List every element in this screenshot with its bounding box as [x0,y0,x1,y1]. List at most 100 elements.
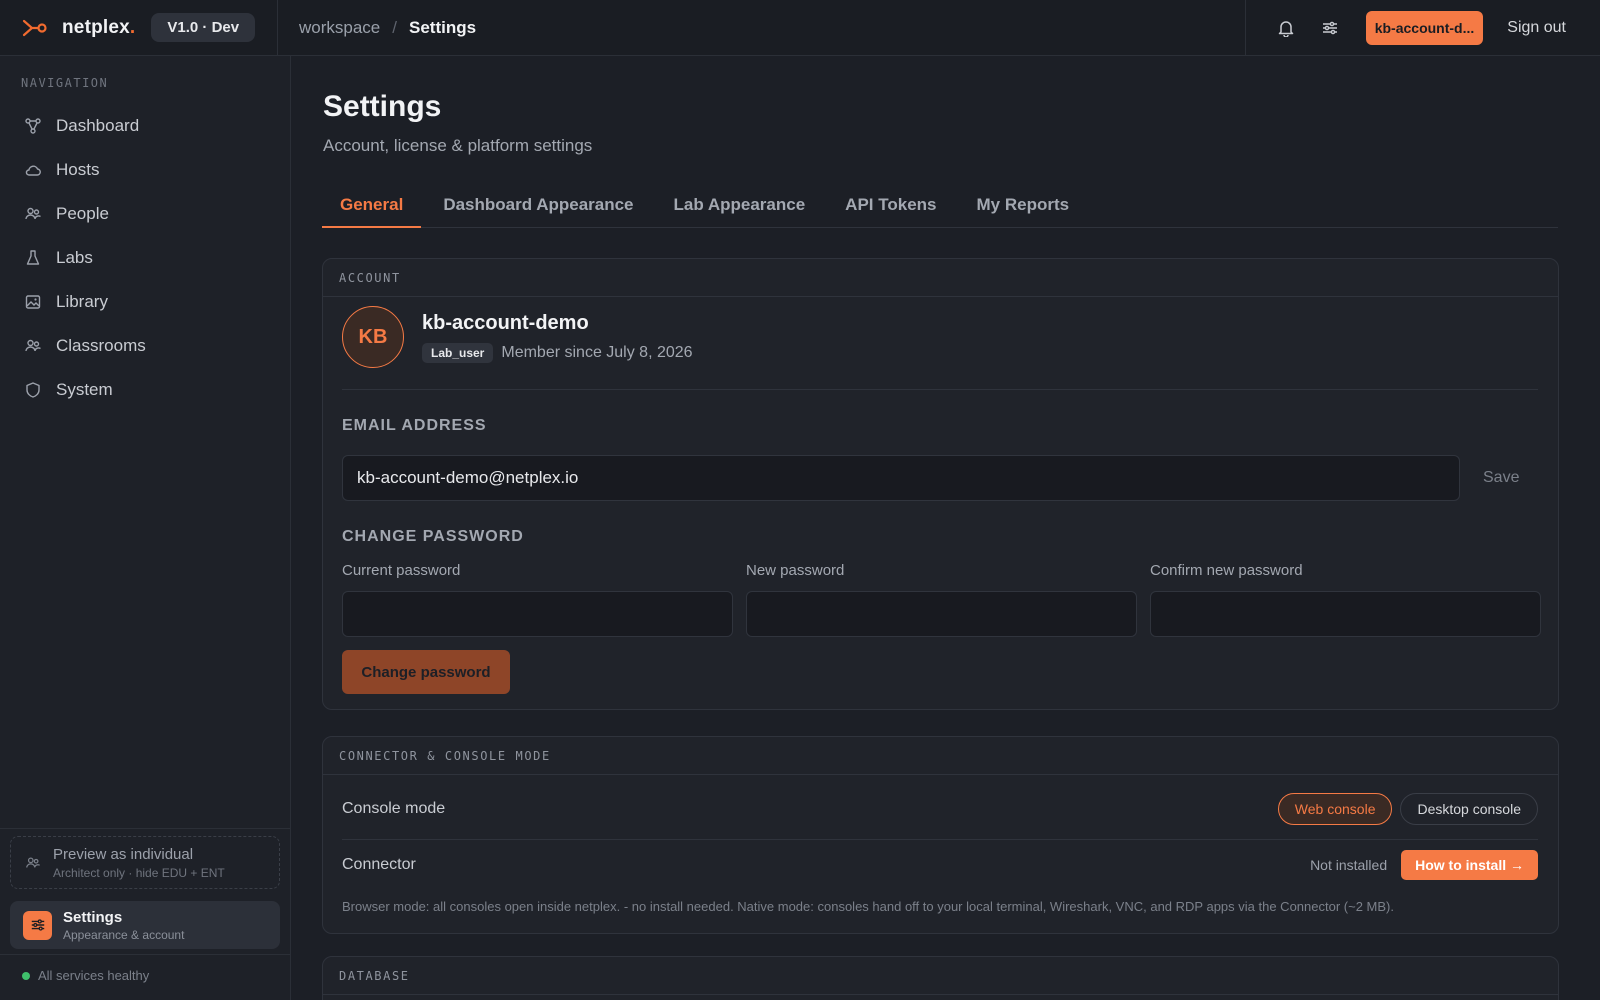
row-divider [342,839,1538,840]
new-password-field[interactable] [746,591,1137,637]
confirm-password-field[interactable] [1150,591,1541,637]
cloud-icon [25,165,41,176]
tab-api-tokens[interactable]: API Tokens [827,186,954,228]
sliders-icon [31,919,44,931]
avatar: KB [342,306,404,368]
database-card: DATABASE [322,956,1559,1000]
sidebar-item-label: System [56,380,113,399]
brand[interactable]: netplex. V1.0 · Dev [0,0,278,56]
health-text: All services healthy [38,968,150,983]
flask-icon [26,250,40,265]
sliders-icon [1322,21,1337,35]
shield-icon [26,382,40,398]
main-content: Settings Account, license & platform set… [292,56,1600,1000]
connector-section-header: CONNECTOR & CONSOLE MODE [323,737,1558,775]
breadcrumb-separator: / [392,17,397,37]
connector-row: Connector Not installed How to install → [342,850,1538,880]
page-title: Settings [323,90,442,123]
sidebar-item-label: Hosts [56,160,100,179]
account-name: kb-account-demo [422,311,589,334]
sidebar-item-system[interactable]: System [0,368,290,412]
database-section-header: DATABASE [323,957,1558,995]
current-password-label: Current password [342,562,461,579]
change-password-label: CHANGE PASSWORD [342,528,524,545]
sidebar-item-labs[interactable]: Labs [0,236,290,280]
sidebar-item-label: Labs [56,248,93,267]
preview-as-individual[interactable]: Preview as individual Architect only · h… [10,836,280,889]
account-meta: Lab_user Member since July 8, 2026 [422,342,693,363]
tab-dashboard-appearance[interactable]: Dashboard Appearance [425,186,651,228]
sidebar-item-dashboard[interactable]: Dashboard [0,104,290,148]
console-mode-row: Console mode Web console Desktop console [342,793,1538,825]
settings-texts: Settings Appearance & account [63,909,184,942]
tab-lab-appearance[interactable]: Lab Appearance [656,186,824,228]
sidebar-item-label: Library [56,292,108,311]
connector-note: Browser mode: all consoles open inside n… [342,899,1394,914]
change-password-button[interactable]: Change password [342,650,510,694]
sidebar-item-classrooms[interactable]: Classrooms [0,324,290,368]
current-password-field[interactable] [342,591,733,637]
sidebar-divider [0,954,290,955]
sidebar-divider [0,828,290,829]
dashboard-icon [25,118,41,134]
breadcrumb: workspace / Settings [278,18,476,38]
sign-out-link[interactable]: Sign out [1507,19,1566,37]
new-password-label: New password [746,562,845,579]
preferences-button[interactable] [1316,14,1344,42]
sidebar-item-label: Dashboard [56,116,140,135]
sidebar-item-label: Classrooms [56,336,146,355]
sidebar-item-library[interactable]: Library [0,280,290,324]
brand-name: netplex. [62,16,136,38]
notifications-button[interactable] [1272,14,1300,42]
people-icon [25,207,41,220]
how-to-install-button[interactable]: How to install → [1401,850,1538,880]
account-info: kb-account-demo Lab_user Member since Ju… [422,312,693,363]
bell-icon [1278,21,1293,37]
page-subtitle: Account, license & platform settings [323,136,593,155]
account-section-header: ACCOUNT [323,259,1558,297]
settings-icon [23,910,52,940]
email-field[interactable]: kb-account-demo@netplex.io [342,455,1460,501]
sidebar-item-people[interactable]: People [0,192,290,236]
save-email-button[interactable]: Save [1483,469,1519,487]
connector-actions: Not installed How to install → [1310,850,1538,880]
health-status: All services healthy [22,968,149,983]
settings-title: Settings [63,908,123,926]
console-mode-label: Console mode [342,800,446,817]
sidebar-item-hosts[interactable]: Hosts [0,148,290,192]
nav-list: Dashboard Hosts People Labs Library Clas… [0,104,290,412]
preview-texts: Preview as individual Architect only · h… [53,846,225,880]
confirm-password-label: Confirm new password [1150,562,1303,579]
top-actions: kb-account-d... Sign out [1244,0,1600,56]
sidebar-item-label: People [56,204,109,223]
account-button[interactable]: kb-account-d... [1365,11,1484,45]
desktop-console-button[interactable]: Desktop console [1400,793,1538,825]
breadcrumb-workspace[interactable]: workspace [299,18,380,38]
account-summary: KB kb-account-demo Lab_user Member since… [342,306,693,368]
console-mode-toggle: Web console Desktop console [1270,793,1538,825]
connector-card: CONNECTOR & CONSOLE MODE Console mode We… [322,736,1559,934]
breadcrumb-current: Settings [409,17,477,37]
account-divider [342,389,1538,390]
email-label: EMAIL ADDRESS [342,417,487,434]
classroom-icon [25,339,41,352]
settings-tabs: General Dashboard Appearance Lab Appeara… [322,186,1558,228]
tab-my-reports[interactable]: My Reports [959,186,1088,228]
tab-general[interactable]: General [322,186,422,228]
preview-subtitle: Architect only · hide EDU + ENT [53,865,225,880]
member-since: Member since July 8, 2026 [501,343,693,361]
nav-heading: NAVIGATION [21,76,109,90]
settings-subtitle: Appearance & account [63,927,185,942]
web-console-button[interactable]: Web console [1277,793,1393,825]
preview-title: Preview as individual [53,845,194,863]
connector-label: Connector [342,856,416,873]
sidebar: NAVIGATION Dashboard Hosts People Labs L… [0,56,291,1000]
top-bar: netplex. V1.0 · Dev workspace / Settings… [0,0,1600,56]
connector-status: Not installed [1310,857,1388,873]
netplex-logo-icon [22,19,47,36]
sidebar-item-settings[interactable]: Settings Appearance & account [10,901,280,949]
account-card: ACCOUNT KB kb-account-demo Lab_user Memb… [322,258,1559,710]
image-icon [25,295,41,309]
health-dot-icon [22,971,30,980]
people-icon [26,856,40,868]
